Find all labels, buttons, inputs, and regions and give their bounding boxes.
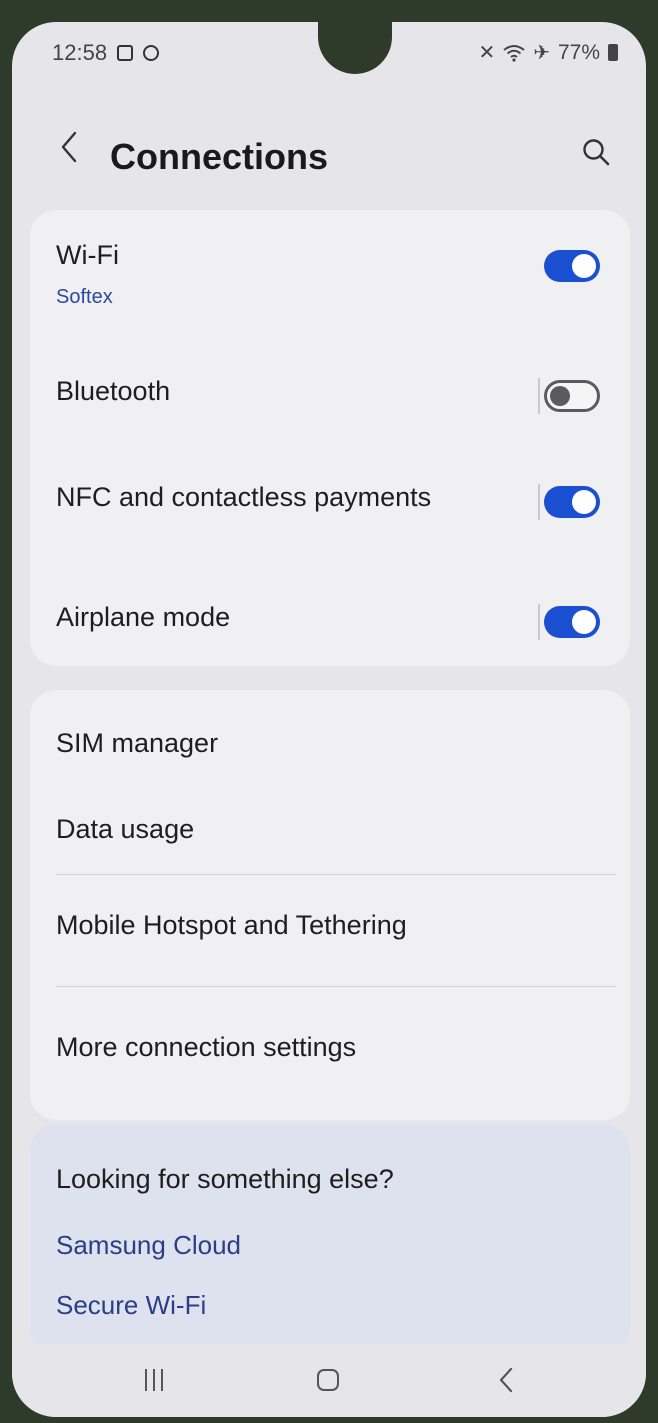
toggle-knob bbox=[572, 490, 596, 514]
hotspot-label: Mobile Hotspot and Tethering bbox=[56, 910, 407, 940]
battery-icon bbox=[608, 44, 618, 61]
mute-icon: ✕ bbox=[478, 42, 496, 64]
chevron-left-icon bbox=[61, 131, 77, 163]
recents-button[interactable] bbox=[132, 1358, 176, 1402]
recents-icon bbox=[145, 1369, 163, 1391]
wifi-icon bbox=[503, 44, 525, 62]
section-divider bbox=[56, 986, 616, 987]
home-icon bbox=[317, 1369, 339, 1391]
wifi-toggle[interactable] bbox=[544, 250, 600, 282]
toggle-knob bbox=[550, 386, 570, 406]
menu-card: SIM manager Data usage Mobile Hotspot an… bbox=[30, 690, 630, 1120]
airplane-label: Airplane mode bbox=[56, 602, 231, 632]
wifi-label: Wi-Fi bbox=[56, 240, 119, 270]
airplane-toggle[interactable] bbox=[544, 606, 600, 638]
sim-manager-label: SIM manager bbox=[56, 728, 219, 758]
wifi-network: Softex bbox=[56, 286, 113, 308]
status-time: 12:58 bbox=[52, 40, 108, 65]
status-bar: 12:58 ✕ ✈ 77% bbox=[12, 22, 646, 84]
nfc-row[interactable]: NFC and contactless payments bbox=[30, 444, 630, 546]
toggle-knob bbox=[572, 610, 596, 634]
samsung-cloud-link[interactable]: Samsung Cloud bbox=[56, 1230, 241, 1261]
bluetooth-toggle[interactable] bbox=[544, 380, 600, 412]
suggestions-title: Looking for something else? bbox=[56, 1164, 394, 1194]
back-button[interactable] bbox=[52, 122, 86, 172]
airplane-row[interactable]: Airplane mode bbox=[30, 566, 630, 666]
search-icon bbox=[583, 139, 610, 166]
back-icon bbox=[499, 1367, 513, 1393]
data-usage-row[interactable]: Data usage bbox=[30, 790, 630, 870]
toggles-card: Wi-Fi Softex Bluetooth NFC and contactle… bbox=[30, 210, 630, 666]
more-settings-label: More connection settings bbox=[56, 1032, 357, 1062]
app-bar: Connections bbox=[12, 100, 646, 180]
sync-icon bbox=[143, 45, 160, 61]
nfc-label: NFC and contactless payments bbox=[56, 482, 432, 512]
navigation-bar bbox=[12, 1344, 646, 1417]
page-title: Connections bbox=[110, 136, 329, 177]
row-divider bbox=[538, 484, 540, 520]
airplane-icon: ✈ bbox=[533, 42, 550, 64]
row-divider bbox=[538, 378, 540, 414]
nav-back-button[interactable] bbox=[484, 1358, 528, 1402]
suggestions-card: Looking for something else? Samsung Clou… bbox=[30, 1124, 630, 1354]
wifi-row[interactable]: Wi-Fi Softex bbox=[30, 210, 630, 328]
more-settings-row[interactable]: More connection settings bbox=[30, 1006, 630, 1086]
secure-wifi-link[interactable]: Secure Wi-Fi bbox=[56, 1290, 206, 1321]
status-left: 12:58 bbox=[52, 40, 160, 66]
phone-screen: 12:58 ✕ ✈ 77% Connections Wi-Fi Softex B… bbox=[12, 22, 646, 1417]
battery-percent: 77% bbox=[557, 40, 600, 64]
data-usage-label: Data usage bbox=[56, 814, 195, 844]
home-button[interactable] bbox=[306, 1358, 350, 1402]
sim-manager-row[interactable]: SIM manager bbox=[30, 702, 630, 778]
hotspot-row[interactable]: Mobile Hotspot and Tethering bbox=[30, 886, 630, 966]
row-divider bbox=[538, 604, 540, 640]
bluetooth-label: Bluetooth bbox=[56, 376, 171, 406]
bluetooth-row[interactable]: Bluetooth bbox=[30, 340, 630, 440]
search-button[interactable] bbox=[574, 130, 618, 174]
nfc-toggle[interactable] bbox=[544, 486, 600, 518]
section-divider bbox=[56, 874, 616, 875]
gallery-icon bbox=[117, 45, 134, 61]
toggle-knob bbox=[572, 254, 596, 278]
status-right: ✕ ✈ 77% bbox=[478, 40, 618, 65]
